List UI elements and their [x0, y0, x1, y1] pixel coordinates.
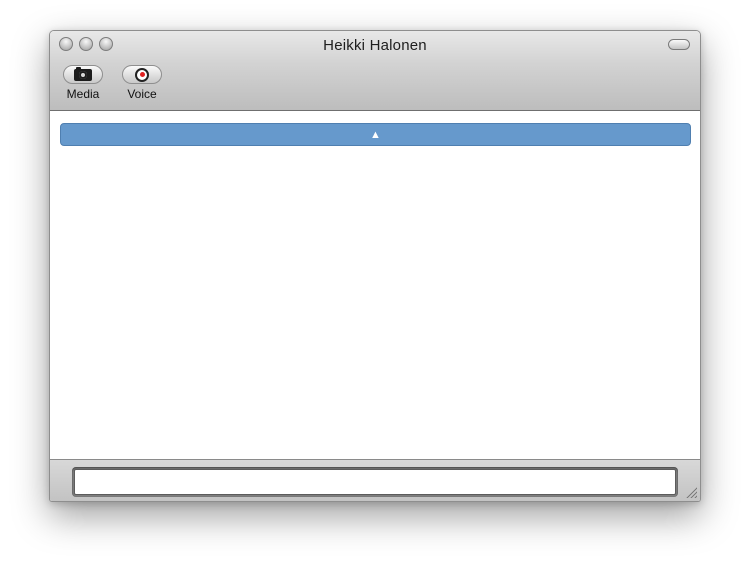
chat-window: Heikki Halonen Media Voice ▲	[49, 30, 701, 502]
voice-button[interactable]: Voice	[119, 65, 165, 101]
show-history-bar[interactable]: ▲	[60, 123, 691, 146]
message-input[interactable]	[74, 469, 676, 495]
media-label: Media	[66, 87, 100, 101]
input-bar	[50, 459, 700, 501]
media-button-cap[interactable]	[63, 65, 103, 84]
title-bar[interactable]: Heikki Halonen Media Voice	[50, 31, 700, 111]
resize-grip-icon[interactable]	[685, 486, 697, 498]
message-input-frame	[72, 467, 678, 497]
record-icon	[135, 67, 149, 82]
media-button[interactable]: Media	[60, 65, 106, 101]
chat-transcript[interactable]	[50, 111, 700, 459]
camera-icon	[74, 66, 92, 81]
voice-label: Voice	[127, 87, 157, 101]
window-title: Heikki Halonen	[323, 37, 427, 54]
voice-button-cap[interactable]	[122, 65, 162, 84]
toolbar-toggle-button[interactable]	[668, 39, 690, 50]
triangle-up-icon: ▲	[370, 128, 381, 141]
